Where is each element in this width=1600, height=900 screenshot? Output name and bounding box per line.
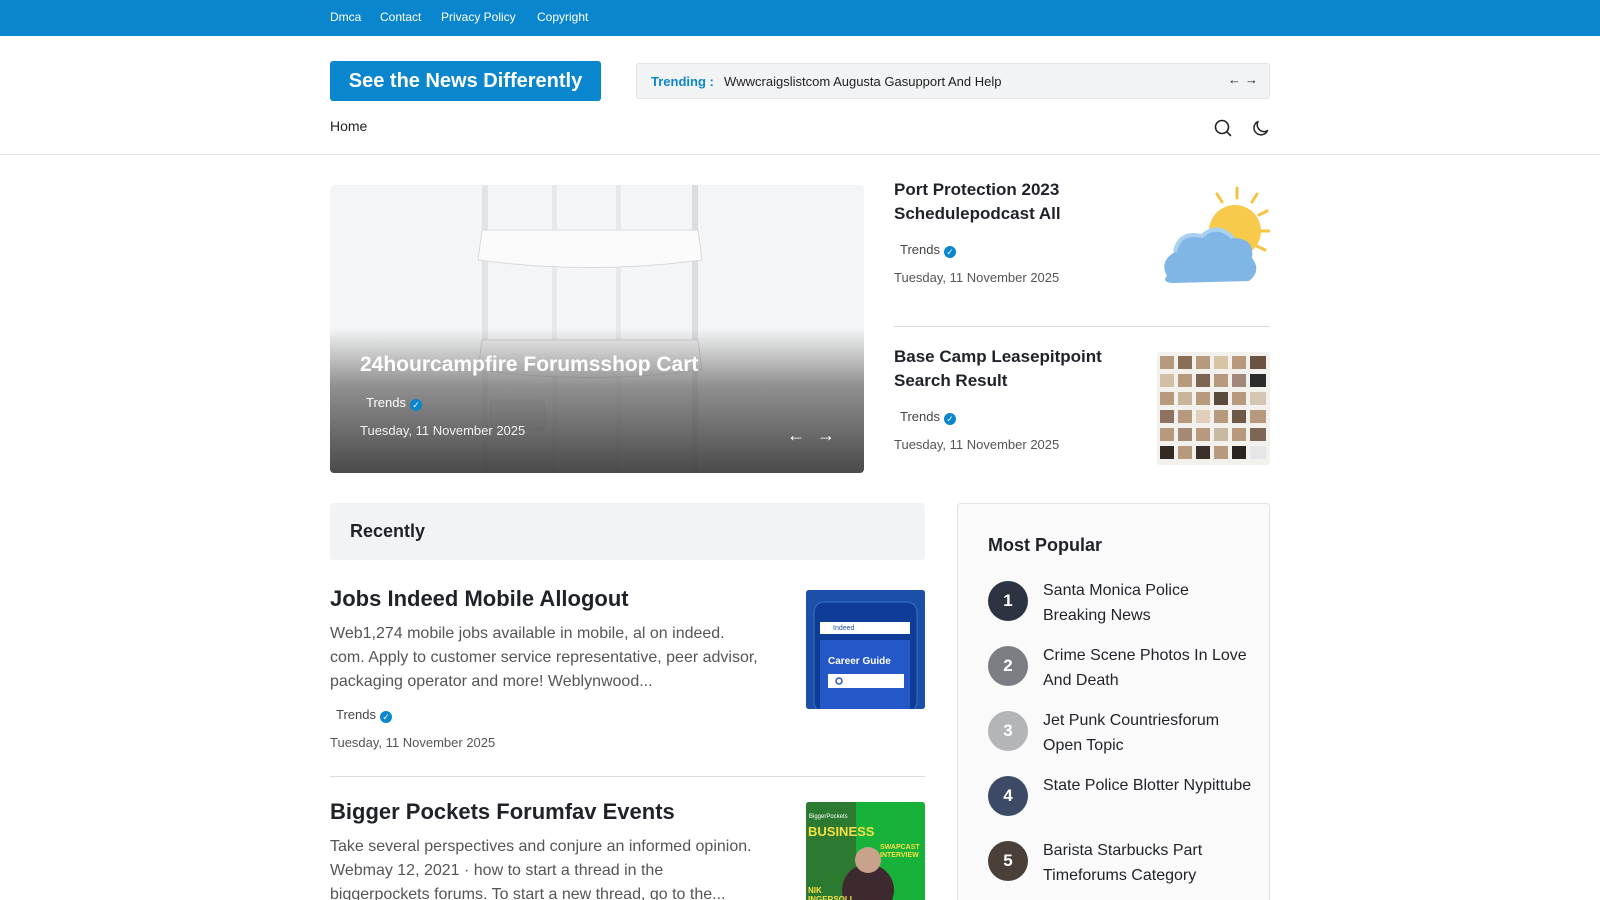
popular-item-title[interactable]: Crime Scene Photos In Love And Death (1043, 643, 1253, 693)
post-title[interactable]: Jobs Indeed Mobile Allogout (330, 586, 629, 612)
photo-grid-image (1157, 352, 1270, 465)
side-post: Base Camp Leasepitpoint Search Result Tr… (894, 345, 1270, 475)
search-icon[interactable] (1212, 117, 1234, 139)
popular-rank-badge: 5 (988, 841, 1028, 881)
hero-date: Tuesday, 11 November 2025 (360, 423, 526, 438)
side-post-category[interactable]: Trends ✓ (900, 409, 956, 425)
thumb-business-label: BUSINESS (808, 824, 875, 839)
verified-icon: ✓ (409, 399, 422, 411)
thumb-brand-label: BiggerPockets (809, 814, 848, 820)
side-post-title[interactable]: Base Camp Leasepitpoint Search Result (894, 345, 1139, 393)
popular-item[interactable]: 5 Barista Starbucks Part Timeforums Cate… (988, 841, 1248, 891)
side-post-date: Tuesday, 11 November 2025 (894, 437, 1060, 452)
popular-item-title[interactable]: Santa Monica Police Breaking News (1043, 578, 1253, 628)
side-post-date: Tuesday, 11 November 2025 (894, 270, 1060, 285)
side-post-thumbnail[interactable] (1157, 352, 1270, 465)
top-link-contact[interactable]: Contact (380, 10, 421, 24)
post-excerpt: Web1,274 mobile jobs available in mobile… (330, 625, 758, 690)
moon-icon[interactable] (1250, 117, 1272, 139)
top-link-dmca[interactable]: Dmca (330, 10, 361, 24)
side-post-category-label: Trends (900, 242, 940, 257)
list-item: Bigger Pockets Forumfav Events Take seve… (330, 799, 925, 900)
popular-rank-badge: 1 (988, 581, 1028, 621)
thumb-indeed-label: Indeed (833, 625, 855, 632)
side-post-category-label: Trends (900, 409, 940, 424)
post-date: Tuesday, 11 November 2025 (330, 735, 496, 750)
hero-slider[interactable]: 24hourcampfire Forumsshop Cart Trends ✓ T… (330, 185, 864, 473)
popular-item-title[interactable]: Barista Starbucks Part Timeforums Catego… (1043, 838, 1253, 888)
popular-item[interactable]: 2 Crime Scene Photos In Love And Death (988, 646, 1248, 696)
hero-title[interactable]: 24hourcampfire Forumsshop Cart (360, 353, 698, 377)
side-divider (894, 326, 1270, 327)
most-popular-widget: Most Popular 1 Santa Monica Police Break… (957, 503, 1270, 900)
hero-category-label: Trends (366, 395, 406, 410)
post-excerpt: Take several perspectives and conjure an… (330, 838, 752, 900)
side-post: Port Protection 2023 Schedulepodcast All… (894, 178, 1270, 308)
side-post-thumbnail[interactable] (1157, 186, 1270, 299)
thumb-swapcast-label: SWAPCAST INTERVIEW (880, 844, 920, 859)
post-thumbnail[interactable]: BiggerPockets BUSINESS SWAPCAST INTERVIE… (806, 802, 925, 900)
sun-cloud-image (1157, 186, 1270, 299)
nav-home-link[interactable]: Home (330, 118, 367, 134)
verified-icon: ✓ (943, 246, 956, 258)
list-item: Jobs Indeed Mobile Allogout Web1,274 mob… (330, 586, 925, 756)
popular-item[interactable]: 4 State Police Blotter Nypittube (988, 776, 1251, 826)
trending-prev-arrow-icon[interactable]: ← (1228, 72, 1241, 87)
side-post-category[interactable]: Trends ✓ (900, 242, 956, 258)
trending-next-arrow-icon[interactable]: → (1245, 72, 1258, 87)
popular-rank-badge: 3 (988, 711, 1028, 751)
top-link-copyright[interactable]: Copyright (537, 10, 588, 24)
popular-rank-badge: 2 (988, 646, 1028, 686)
post-divider (330, 776, 925, 777)
verified-icon: ✓ (943, 413, 956, 425)
site-logo[interactable]: See the News Differently (330, 61, 601, 101)
hero-prev-arrow-icon[interactable]: ← (787, 425, 805, 446)
recently-header: Recently (330, 503, 925, 560)
recently-heading: Recently (350, 521, 426, 541)
trending-headline[interactable]: Wwwcraigslistcom Augusta Gasupport And H… (724, 74, 1001, 89)
nav-divider (0, 154, 1600, 155)
trending-label: Trending : (651, 74, 714, 89)
popular-item[interactable]: 1 Santa Monica Police Breaking News (988, 581, 1248, 631)
verified-icon: ✓ (379, 711, 392, 723)
indeed-career-guide-image (806, 590, 925, 709)
post-title[interactable]: Bigger Pockets Forumfav Events (330, 799, 675, 825)
hero-category[interactable]: Trends ✓ (366, 395, 422, 411)
popular-item-title[interactable]: Jet Punk Countriesforum Open Topic (1043, 708, 1253, 758)
top-link-privacy-policy[interactable]: Privacy Policy (441, 10, 516, 24)
trending-bar: Trending : Wwwcraigslistcom Augusta Gasu… (636, 63, 1270, 99)
hero-next-arrow-icon[interactable]: → (817, 425, 835, 446)
popular-item-title[interactable]: State Police Blotter Nypittube (1043, 773, 1253, 798)
most-popular-heading: Most Popular (988, 535, 1103, 555)
side-post-title[interactable]: Port Protection 2023 Schedulepodcast All (894, 178, 1139, 226)
thumb-career-guide-label: Career Guide (828, 656, 891, 667)
popular-rank-badge: 4 (988, 776, 1028, 816)
top-bar: Dmca Contact Privacy Policy Copyright (0, 0, 1600, 36)
popular-item[interactable]: 3 Jet Punk Countriesforum Open Topic (988, 711, 1248, 761)
post-category-label: Trends (336, 707, 376, 722)
thumb-guest-name: NIK INGERSOLL (808, 886, 855, 900)
post-category[interactable]: Trends ✓ (336, 707, 392, 723)
post-thumbnail[interactable]: Indeed Career Guide (806, 590, 925, 709)
